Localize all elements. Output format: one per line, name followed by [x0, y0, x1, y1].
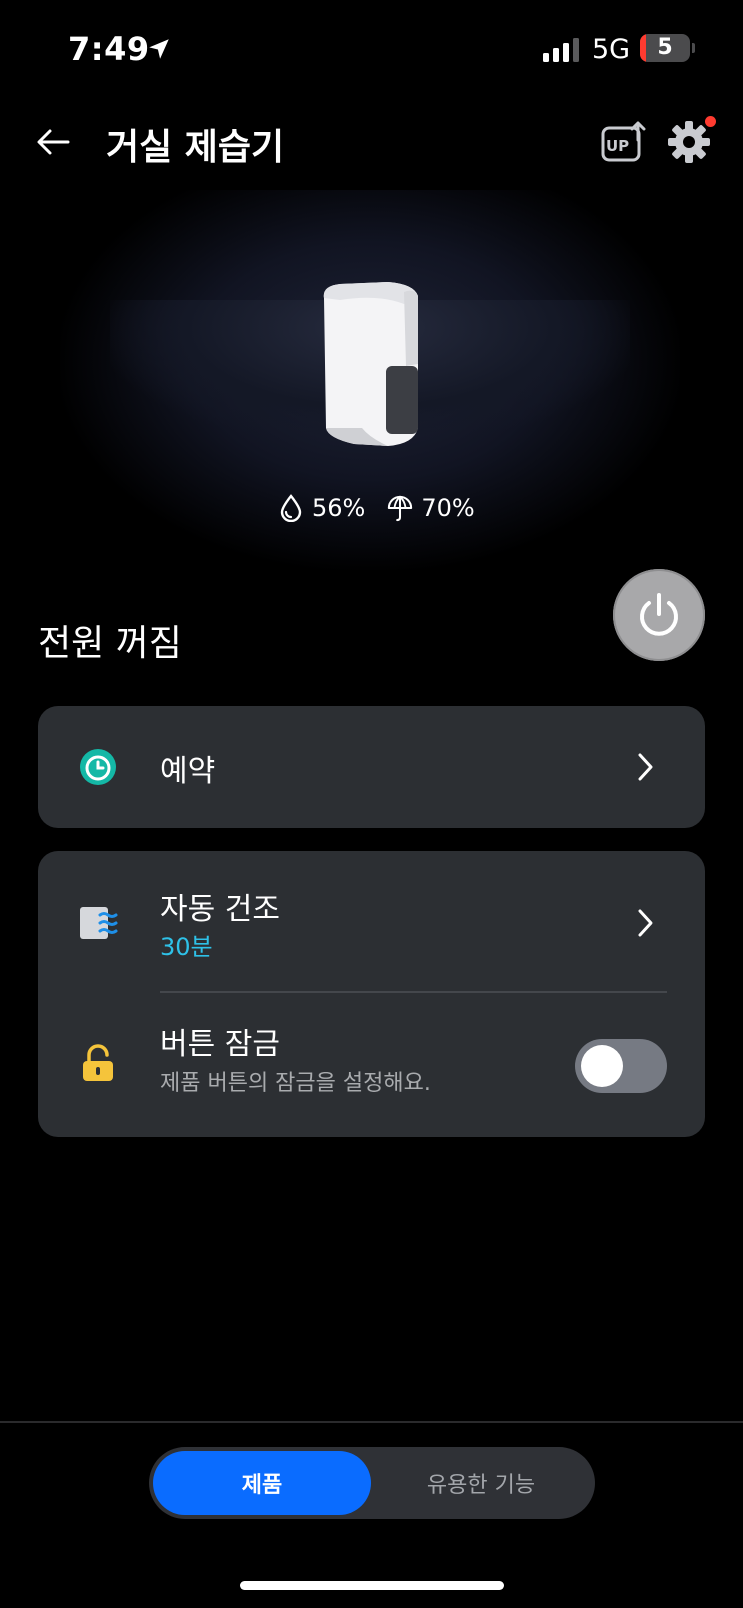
schedule-label: 예약 [160, 754, 216, 789]
auto-dry-icon [80, 907, 118, 939]
button-lock-label: 버튼 잠금 [160, 1027, 280, 1062]
lock-icon [83, 1044, 113, 1081]
network-type: 5G [592, 34, 631, 65]
water-drop-icon [280, 494, 302, 522]
button-lock-toggle[interactable] [575, 1039, 667, 1093]
umbrella-icon [388, 495, 413, 522]
battery-icon: 5 [640, 34, 690, 62]
location-arrow-icon [149, 39, 169, 59]
bottom-divider [0, 1421, 743, 1423]
button-lock-row: 버튼 잠금 제품 버튼의 잠금을 설정해요. [38, 993, 705, 1137]
settings-card: 자동 건조 30분 버튼 잠금 제품 버튼의 잠금을 설정해요. [38, 851, 705, 1137]
battery-level: 5 [657, 35, 673, 60]
upgrade-up-icon[interactable]: UP [600, 120, 646, 166]
bottom-tab-bar: 제품 유용한 기능 [149, 1447, 595, 1519]
power-status: 전원 꺼짐 [38, 623, 182, 664]
current-humidity: 56% [312, 494, 366, 522]
clock-icon [80, 749, 116, 785]
dehumidifier-image [323, 282, 418, 446]
tab-product[interactable]: 제품 [153, 1451, 371, 1515]
home-indicator [240, 1581, 504, 1590]
cellular-signal-icon [543, 38, 579, 62]
page-title: 거실 제습기 [106, 127, 285, 168]
humidity-readings: 56% 70% [278, 490, 475, 526]
notification-dot [705, 116, 716, 127]
schedule-card: 예약 [38, 706, 705, 828]
power-button[interactable] [613, 569, 705, 661]
button-lock-description: 제품 버튼의 잠금을 설정해요. [160, 1071, 431, 1096]
tab-useful-features[interactable]: 유용한 기능 [371, 1451, 591, 1515]
chevron-right-icon [638, 753, 653, 781]
auto-dry-row[interactable]: 자동 건조 30분 [38, 851, 705, 991]
back-arrow-icon[interactable] [34, 122, 74, 162]
target-humidity: 70% [421, 494, 475, 522]
power-icon [640, 593, 678, 636]
auto-dry-label: 자동 건조 [160, 892, 280, 927]
status-time: 7:49 [68, 30, 150, 68]
chevron-right-icon [638, 909, 653, 937]
battery-tip [692, 43, 695, 53]
svg-text:UP: UP [606, 137, 629, 155]
schedule-row[interactable]: 예약 [38, 706, 705, 828]
auto-dry-value: 30분 [160, 933, 213, 961]
toggle-knob [581, 1045, 623, 1087]
